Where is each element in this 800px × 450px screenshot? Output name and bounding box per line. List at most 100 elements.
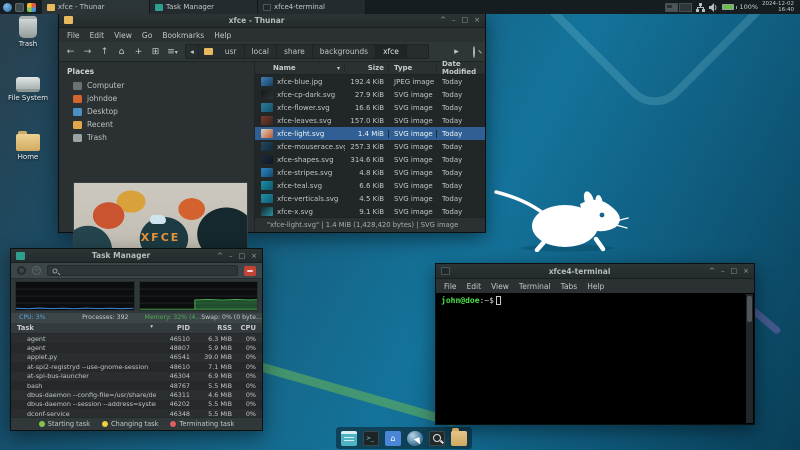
new-window-button[interactable]: + xyxy=(132,47,145,57)
minimize-button[interactable]: – xyxy=(452,16,456,24)
battery-indicator[interactable]: 100% xyxy=(721,3,758,11)
breadcrumb-share[interactable]: share xyxy=(277,45,313,58)
menu-bookmarks[interactable]: Bookmarks xyxy=(162,31,204,40)
process-row[interactable]: applet.py 46541 39.0 MiB 0% xyxy=(11,352,262,363)
menu-edit[interactable]: Edit xyxy=(90,31,105,40)
maximize-button[interactable]: □ xyxy=(239,252,246,260)
view-toggle-button[interactable]: ≡▾ xyxy=(166,47,179,57)
folder-icon[interactable] xyxy=(451,427,467,446)
file-row[interactable]: xfce-light.svg 1.4 MiB SVG image Today xyxy=(255,127,485,140)
menu-tabs[interactable]: Tabs xyxy=(561,282,578,291)
column-type[interactable]: Type xyxy=(389,64,437,72)
taskbar-button[interactable]: xfce4-terminal xyxy=(258,0,366,14)
crumb-scroll-left[interactable]: ◂ xyxy=(186,45,199,58)
column-task[interactable]: Task ▾ xyxy=(11,324,156,332)
file-row[interactable]: xfce-verticals.svg 4.5 KiB SVG image Today xyxy=(255,192,485,205)
terminal-content[interactable]: john@doe:~$ xyxy=(436,293,754,424)
column-rss[interactable]: RSS xyxy=(190,324,232,332)
process-row[interactable]: agent 46510 6.3 MiB 0% xyxy=(11,334,262,344)
network-icon[interactable] xyxy=(695,2,705,12)
workspace-1[interactable] xyxy=(664,2,678,12)
taskbar-button[interactable]: xfce - Thunar xyxy=(42,0,150,14)
close-button[interactable]: × xyxy=(474,16,480,24)
place-desktop[interactable]: Desktop xyxy=(59,105,254,118)
breadcrumb-usr[interactable]: usr xyxy=(218,45,245,58)
breadcrumb-local[interactable]: local xyxy=(245,45,277,58)
terminal-scrollbar[interactable] xyxy=(746,294,753,423)
crumb-scroll-right[interactable]: ▸ xyxy=(450,47,463,57)
place-computer[interactable]: Computer xyxy=(59,79,254,92)
up-button[interactable]: ↑ xyxy=(98,47,111,57)
column-size[interactable]: Size xyxy=(345,64,389,72)
file-row[interactable]: xfce-leaves.svg 157.0 KiB SVG image Today xyxy=(255,114,485,127)
desktop-icon-filesystem[interactable]: File System xyxy=(2,72,54,102)
file-row[interactable]: xfce-x.svg 9.1 KiB SVG image Today xyxy=(255,205,485,217)
taskbar-button[interactable]: Task Manager xyxy=(150,0,258,14)
menu-help[interactable]: Help xyxy=(587,282,604,291)
place-recent[interactable]: Recent xyxy=(59,118,254,131)
column-cpu[interactable]: CPU xyxy=(232,324,262,332)
file-row[interactable]: xfce-mouserace.svg 257.3 KiB SVG image Toda… xyxy=(255,140,485,153)
desktop-icon-trash[interactable]: Trash xyxy=(2,16,54,48)
menu-go[interactable]: Go xyxy=(142,31,152,40)
column-name[interactable]: Name ▾ xyxy=(255,64,345,72)
menu-terminal[interactable]: Terminal xyxy=(519,282,551,291)
file-row[interactable]: xfce-stripes.svg 4.8 KiB SVG image Today xyxy=(255,166,485,179)
window-app-icon[interactable] xyxy=(341,430,357,446)
file-row[interactable]: xfce-teal.svg 6.6 KiB SVG image Today xyxy=(255,179,485,192)
kill-process-button[interactable] xyxy=(244,265,256,276)
menu-edit[interactable]: Edit xyxy=(467,282,482,291)
place-johndoe[interactable]: johndoe xyxy=(59,92,254,105)
menu-view[interactable]: View xyxy=(114,31,132,40)
forward-button[interactable]: → xyxy=(81,47,94,57)
file-row[interactable]: xfce-flower.svg 16.6 KiB SVG image Today xyxy=(255,101,485,114)
process-row[interactable]: at-spi-bus-launcher 46304 6.9 MiB 0% xyxy=(11,371,262,381)
file-row[interactable]: xfce-blue.jpg 192.4 KiB JPEG image Today xyxy=(255,75,485,88)
maximize-button[interactable]: □ xyxy=(731,267,738,275)
close-button[interactable]: × xyxy=(251,252,257,260)
browser-icon[interactable] xyxy=(407,430,423,446)
identify-window-icon[interactable] xyxy=(32,265,41,275)
terminal-titlebar[interactable]: xfce4-terminal ^ – □ × xyxy=(436,264,754,279)
task-manager-titlebar[interactable]: Task Manager ^ – □ × xyxy=(11,249,262,263)
file-manager-icon[interactable]: ⌂ xyxy=(385,430,401,446)
window-list-icon[interactable] xyxy=(15,2,24,12)
maximize-button[interactable]: □ xyxy=(462,16,469,24)
back-button[interactable]: ← xyxy=(64,47,77,57)
new-tab-button[interactable]: ⊞ xyxy=(149,47,162,57)
column-pid[interactable]: PID xyxy=(156,324,190,332)
breadcrumb-backgrounds[interactable]: backgrounds xyxy=(313,45,377,58)
close-button[interactable]: × xyxy=(743,267,749,275)
app-finder-icon[interactable] xyxy=(429,430,445,446)
minimize-button[interactable]: – xyxy=(229,252,233,260)
menu-help[interactable]: Help xyxy=(214,31,231,40)
shade-button[interactable]: ^ xyxy=(440,16,446,24)
file-row[interactable]: xfce-cp-dark.svg 27.9 KiB SVG image Today xyxy=(255,88,485,101)
place-trash[interactable]: Trash xyxy=(59,131,254,144)
process-row[interactable]: dbus-daemon --session --address=systemd:… xyxy=(11,400,262,409)
process-row[interactable]: bash 48767 5.5 MiB 0% xyxy=(11,381,262,390)
process-search-input[interactable] xyxy=(47,265,238,276)
app-launcher-icon[interactable] xyxy=(27,2,36,12)
menu-file[interactable]: File xyxy=(67,31,80,40)
workspace-2[interactable] xyxy=(678,2,692,12)
home-button[interactable]: ⌂ xyxy=(115,47,128,57)
scrollbar-thumb[interactable] xyxy=(747,296,752,322)
workspace-switcher[interactable] xyxy=(664,2,692,12)
applications-menu-icon[interactable] xyxy=(3,2,12,12)
process-row[interactable]: dconf-service 46348 5.5 MiB 0% xyxy=(11,409,262,417)
terminal-icon[interactable]: >_ xyxy=(363,430,379,446)
shade-button[interactable]: ^ xyxy=(709,267,715,275)
shade-button[interactable]: ^ xyxy=(217,252,223,260)
menu-file[interactable]: File xyxy=(444,282,457,291)
settings-gear-icon[interactable] xyxy=(17,266,26,275)
volume-icon[interactable] xyxy=(708,2,718,12)
menu-view[interactable]: View xyxy=(491,282,509,291)
breadcrumb-xfce[interactable]: xfce xyxy=(376,45,407,58)
minimize-button[interactable]: – xyxy=(721,267,725,275)
thunar-titlebar[interactable]: xfce - Thunar ^ – □ × xyxy=(59,13,485,28)
desktop-icon-home[interactable]: Home xyxy=(2,130,54,161)
column-date[interactable]: Date Modified xyxy=(437,60,485,76)
process-row[interactable]: dbus-daemon --config-file=/usr/share/def… xyxy=(11,390,262,400)
clock[interactable]: 2024-12-02 16:40 xyxy=(762,1,796,13)
